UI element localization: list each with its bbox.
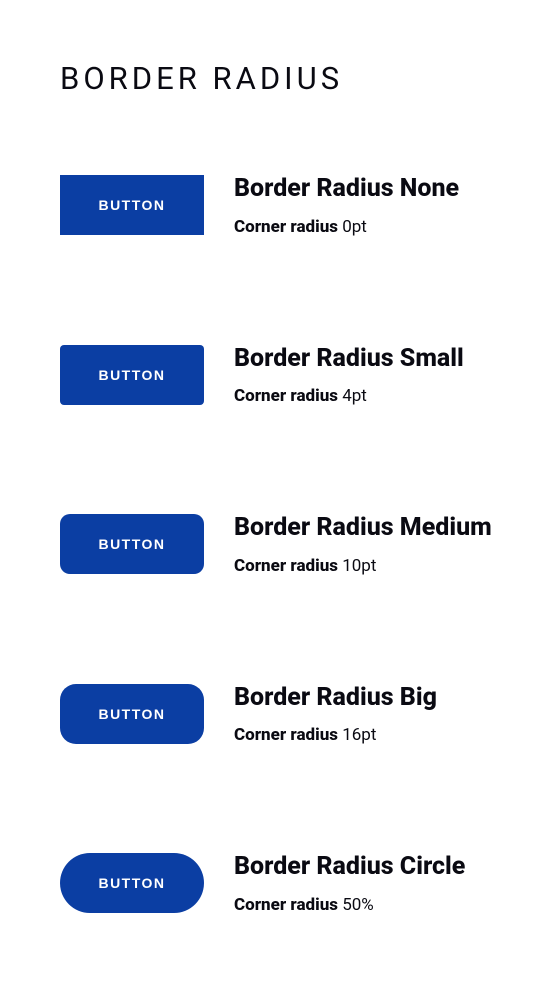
spec-info: Border Radius Big Corner radius 16pt (234, 684, 437, 746)
spec-info: Border Radius Medium Corner radius 10pt (234, 514, 492, 576)
corner-radius-value: 50% (342, 895, 374, 915)
spec-title: Border Radius Small (234, 345, 464, 373)
corner-radius-value: 10pt (342, 556, 376, 576)
corner-radius-label: Corner radius (234, 556, 338, 576)
demo-button-medium[interactable]: BUTTON (60, 514, 204, 574)
corner-radius-value: 16pt (342, 725, 376, 745)
spec-row-big: BUTTON Border Radius Big Corner radius 1… (60, 684, 498, 746)
spec-sub: Corner radius 0pt (234, 217, 459, 237)
spec-row-none: BUTTON Border Radius None Corner radius … (60, 175, 498, 237)
spec-title: Border Radius Circle (234, 853, 465, 881)
demo-button-big[interactable]: BUTTON (60, 684, 204, 744)
demo-button-circle[interactable]: BUTTON (60, 853, 204, 913)
demo-button-none[interactable]: BUTTON (60, 175, 204, 235)
spec-info: Border Radius None Corner radius 0pt (234, 175, 459, 237)
spec-title: Border Radius Medium (234, 514, 492, 542)
spec-sub: Corner radius 50% (234, 895, 465, 915)
spec-info: Border Radius Small Corner radius 4pt (234, 345, 464, 407)
spec-row-medium: BUTTON Border Radius Medium Corner radiu… (60, 514, 498, 576)
page-title: BORDER RADIUS (60, 60, 498, 97)
spec-title: Border Radius None (234, 175, 459, 203)
spec-row-small: BUTTON Border Radius Small Corner radius… (60, 345, 498, 407)
corner-radius-label: Corner radius (234, 895, 338, 915)
spec-sub: Corner radius 4pt (234, 386, 464, 406)
corner-radius-value: 0pt (342, 217, 367, 237)
spec-row-circle: BUTTON Border Radius Circle Corner radiu… (60, 853, 498, 915)
spec-info: Border Radius Circle Corner radius 50% (234, 853, 465, 915)
corner-radius-label: Corner radius (234, 386, 338, 406)
corner-radius-label: Corner radius (234, 217, 338, 237)
spec-sub: Corner radius 16pt (234, 725, 437, 745)
demo-button-small[interactable]: BUTTON (60, 345, 204, 405)
spec-title: Border Radius Big (234, 684, 437, 712)
corner-radius-value: 4pt (342, 386, 367, 406)
corner-radius-label: Corner radius (234, 725, 338, 745)
spec-sub: Corner radius 10pt (234, 556, 492, 576)
